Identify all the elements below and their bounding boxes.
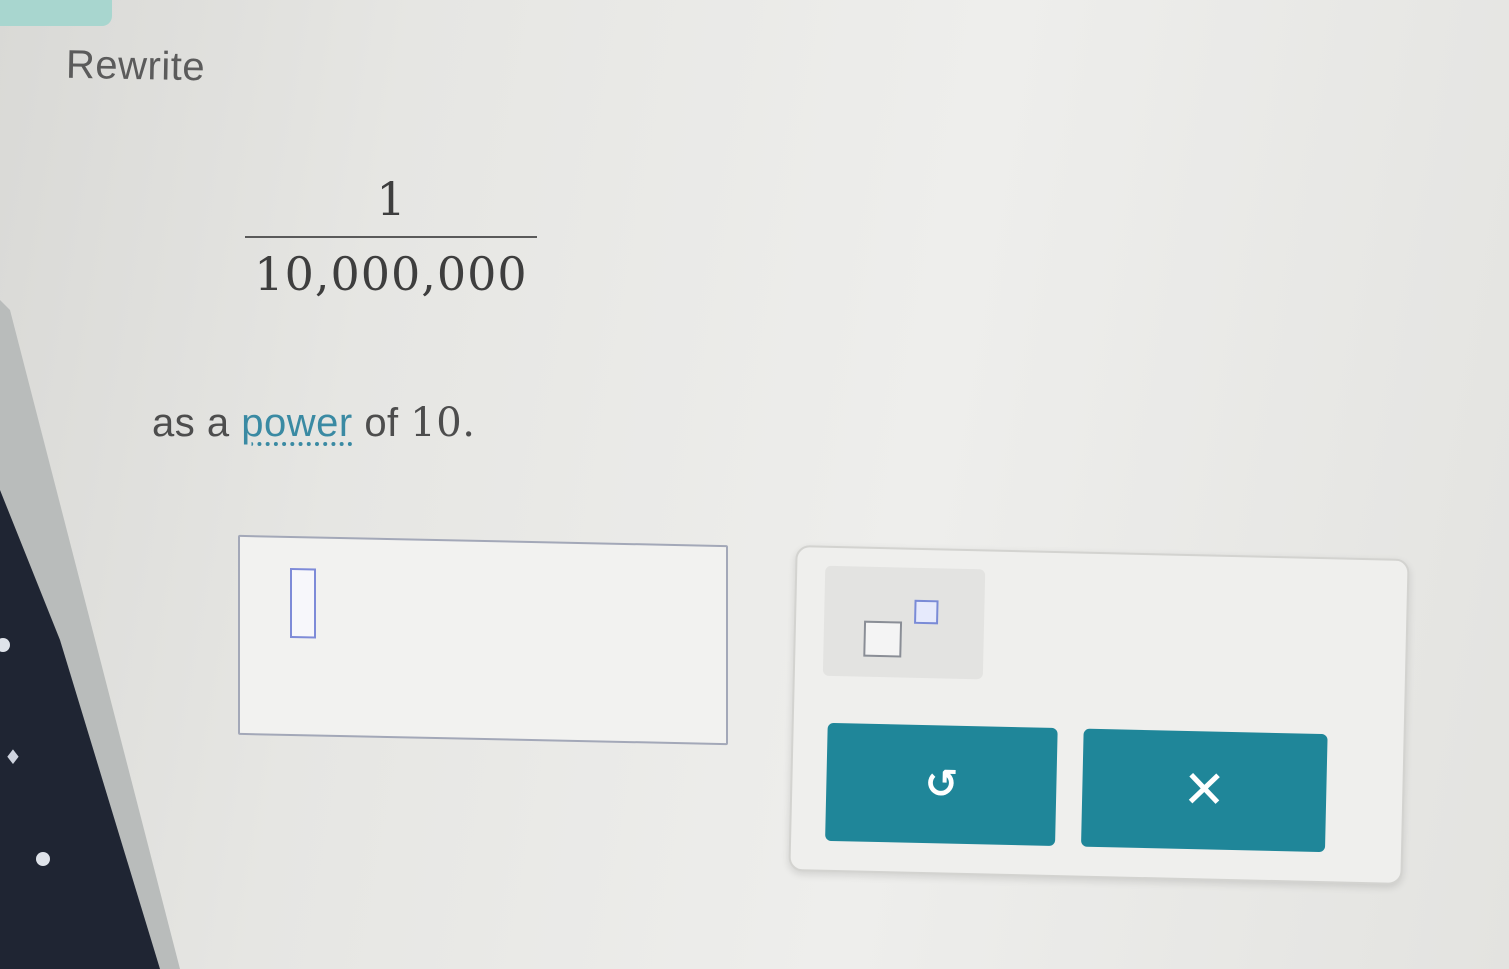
answer-cursor-placeholder[interactable] [290, 567, 316, 639]
instruction-text: as a power of 10. [152, 400, 475, 446]
exponent-base-box-icon [863, 620, 903, 658]
question-title: Rewrite [65, 42, 206, 90]
sidebar-circle-icon[interactable] [36, 852, 50, 866]
close-icon: ✕ [1181, 759, 1227, 821]
left-edge: ♦ [0, 0, 230, 969]
fraction-numerator: 1 [376, 172, 406, 226]
exponent-button[interactable] [822, 565, 986, 680]
power-definition-link[interactable]: power [241, 401, 352, 445]
math-toolbar: ↺ ✕ [788, 545, 1410, 885]
sidebar-icon[interactable]: ♦ [4, 745, 22, 769]
instruction-prefix: as a [152, 401, 230, 445]
fraction-bar [245, 236, 537, 238]
instruction-suffix: of [364, 401, 399, 445]
undo-icon: ↺ [924, 761, 959, 808]
undo-button[interactable]: ↺ [825, 722, 1058, 847]
clear-button[interactable]: ✕ [1081, 728, 1328, 853]
fraction-denominator: 10,000,000 [254, 247, 528, 301]
answer-input[interactable] [238, 534, 728, 746]
fraction: 1 10,000,000 [245, 168, 537, 302]
top-tab[interactable] [0, 0, 112, 26]
exponent-power-box-icon [914, 599, 939, 625]
instruction-base: 10. [410, 400, 476, 446]
